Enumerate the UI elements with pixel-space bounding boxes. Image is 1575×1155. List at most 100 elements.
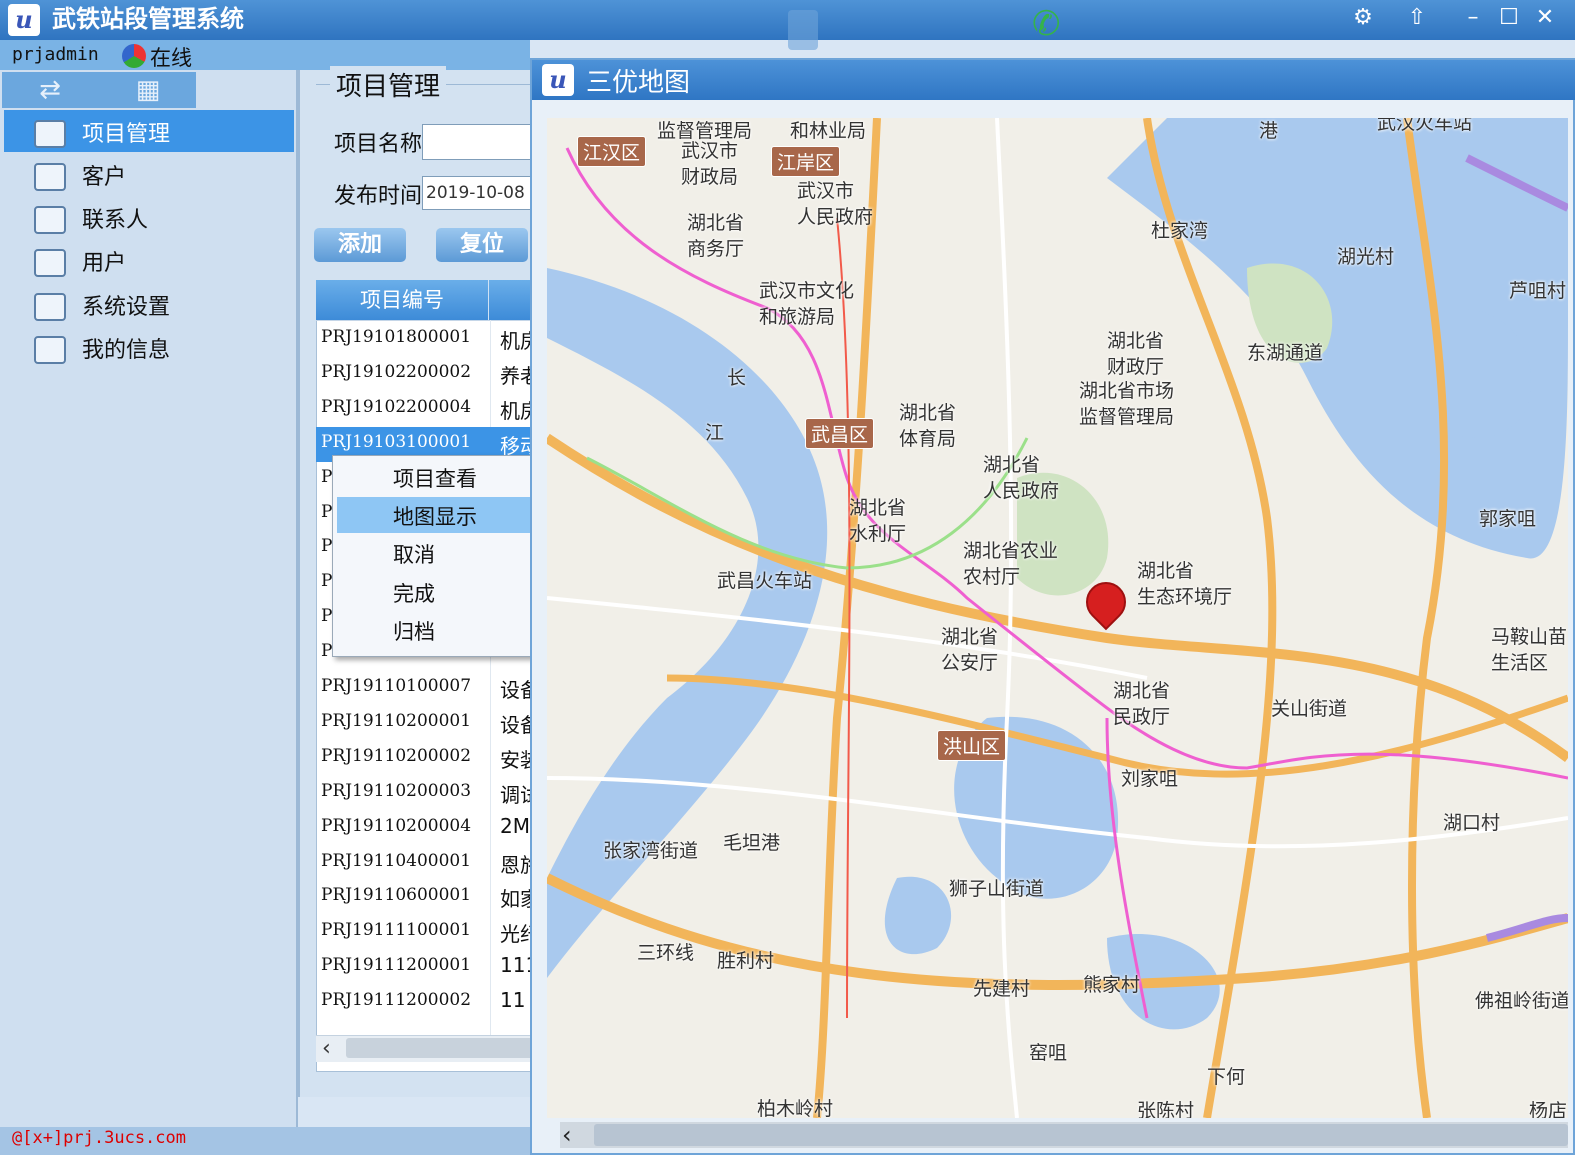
district-label: 武昌区 [805, 418, 875, 449]
project-id-cell: P [321, 536, 333, 557]
map-view[interactable]: 监督管理局 和林业局 武汉市 财政局 武汉市 人民政府 湖北省 商务厅 武汉市文化 和旅游局长江湖… [547, 118, 1568, 1118]
sidebar-item-settings[interactable]: 系统设置 [4, 283, 294, 325]
map-label: 农村厅 [963, 566, 1021, 588]
map-label: 商务厅 [687, 238, 745, 260]
sidebar-item-label: 用户 [82, 251, 127, 276]
map-label: 湖北省农业 [963, 540, 1059, 562]
menu-item-label: 地图显示 [393, 505, 477, 529]
table-row[interactable]: PRJ19111200001 111 [316, 950, 534, 985]
map-label: 湖北省 [941, 626, 999, 648]
table-row[interactable]: PRJ19110600001 如家 [316, 880, 534, 915]
online-status[interactable]: 在线 [150, 42, 192, 72]
project-id-cell: PRJ19102200002 [321, 361, 472, 382]
sidebar-item-label: 我的信息 [82, 338, 171, 363]
sidebar-item-customer[interactable]: 客户 [4, 153, 294, 195]
add-button[interactable]: 添加 [314, 228, 406, 262]
district-label: 江汉区 [577, 136, 647, 167]
map-label: 民政厅 [1113, 706, 1171, 728]
map-label: 柏木岭村 [757, 1098, 834, 1118]
map-label: 马鞍山苗 [1491, 626, 1568, 648]
table-row[interactable]: PRJ19102200004 机房 [316, 392, 534, 427]
sidebar-item-my-info[interactable]: 我的信息 [4, 326, 294, 368]
edit-note-icon [34, 336, 66, 364]
table-row[interactable]: PRJ19110200004 2M [316, 811, 534, 846]
project-name-cell: 机房 [500, 329, 534, 353]
project-id-cell: PRJ19102200004 [321, 396, 472, 417]
minimize-button[interactable]: – [1458, 4, 1488, 32]
map-label: 武汉市文化 [759, 280, 855, 302]
table-row[interactable]: PRJ19102200002 养老 [316, 357, 534, 392]
project-id-cell: P [321, 641, 333, 662]
table-row[interactable]: PRJ19111200002 11 [316, 985, 534, 1020]
map-label: 财政厅 [1107, 356, 1165, 378]
project-name-cell: 如家 [500, 887, 534, 912]
header-divider [316, 320, 534, 321]
project-id-cell: P [321, 466, 333, 487]
sidebar-item-label: 系统设置 [82, 295, 171, 320]
project-id-cell: PRJ19110600001 [321, 885, 472, 906]
column-header-project-id[interactable]: 项目编号 [316, 280, 489, 320]
map-label: 湖北省 [1113, 680, 1171, 702]
publish-date-input[interactable]: 2019-10-08 [422, 176, 539, 210]
map-label: 窑咀 [1029, 1042, 1068, 1064]
phone-device-icon[interactable] [788, 10, 818, 50]
map-label: 和林业局 [790, 120, 867, 142]
map-canvas[interactable] [547, 118, 1568, 1118]
map-label: 东湖通道 [1247, 342, 1324, 364]
list-view-icon[interactable]: ▦ [100, 72, 196, 108]
map-scroll-thumb[interactable] [594, 1124, 1568, 1146]
table-row[interactable]: PRJ19110100007 设备 [316, 671, 534, 706]
project-name-cell: 机房 [500, 398, 534, 423]
settings-gear-icon[interactable]: ⚙ [1348, 4, 1378, 32]
project-name-input[interactable] [422, 124, 540, 160]
edit-note-icon [34, 206, 66, 234]
app-logo-icon: u [8, 4, 40, 36]
scroll-thumb[interactable] [346, 1038, 534, 1058]
sidebar-item-contacts[interactable]: 联系人 [4, 196, 294, 238]
sidebar-item-project-management[interactable]: 项目管理 [4, 110, 294, 152]
map-label: 港 [1259, 120, 1279, 142]
publish-date-label: 发布时间 [334, 184, 423, 209]
project-name-cell: 调试 [500, 782, 534, 807]
map-label: 湖北省 [1107, 330, 1165, 352]
map-label: 武汉市 [797, 180, 855, 202]
online-status-icon[interactable] [122, 44, 146, 68]
table-row[interactable]: PRJ19110200003 调试 [316, 776, 534, 811]
map-label: 公安厅 [941, 652, 999, 674]
sidebar-item-label: 客户 [82, 165, 127, 190]
edit-note-icon [34, 293, 66, 321]
map-label: 武汉火车站 [1377, 118, 1473, 134]
table-row[interactable]: PRJ19110200001 设备 [316, 706, 534, 741]
map-label: 生态环境厅 [1137, 586, 1233, 608]
district-label: 江岸区 [771, 146, 841, 177]
maximize-button[interactable]: ☐ [1494, 4, 1524, 32]
map-label: 湖北省 [687, 212, 745, 234]
district-label: 洪山区 [937, 730, 1007, 761]
project-name-cell: 111 [500, 953, 534, 978]
map-label: 湖北省 [899, 402, 957, 424]
project-id-cell: PRJ19110400001 [321, 850, 472, 871]
table-row[interactable]: PRJ19101800001 机房 [316, 322, 534, 357]
map-label: 湖北省 [983, 454, 1041, 476]
map-label: 和旅游局 [759, 306, 836, 328]
map-label: 湖北省 [1137, 560, 1195, 582]
switch-icon[interactable]: ⇄ [2, 72, 98, 108]
app-title: 武铁站段管理系统 [52, 5, 244, 33]
upload-icon[interactable]: ⇧ [1402, 4, 1432, 32]
map-scroll-left-arrow-icon[interactable]: ‹ [562, 1121, 572, 1149]
close-button[interactable]: ✕ [1530, 4, 1560, 32]
table-row[interactable]: PRJ19110400001 恩施 [316, 846, 534, 881]
map-label: 郭家咀 [1479, 508, 1537, 530]
map-label: 监督管理局 [1079, 406, 1175, 428]
call-icon[interactable]: ✆ [1032, 4, 1061, 44]
table-row[interactable]: PRJ19111100001 光纤 [316, 915, 534, 950]
project-name-cell: 11 [500, 988, 526, 1013]
status-link[interactable]: @[x+]prj.3ucs.com [12, 1128, 186, 1148]
scroll-left-arrow-icon[interactable]: ‹ [322, 1036, 331, 1061]
reset-button[interactable]: 复位 [436, 228, 528, 262]
table-row[interactable]: PRJ19110200002 安装 [316, 741, 534, 776]
sidebar-item-users[interactable]: 用户 [4, 239, 294, 281]
project-id-cell: P [321, 501, 333, 522]
map-label: 杜家湾 [1151, 220, 1209, 242]
map-label: 佛祖岭街道 [1475, 990, 1568, 1012]
